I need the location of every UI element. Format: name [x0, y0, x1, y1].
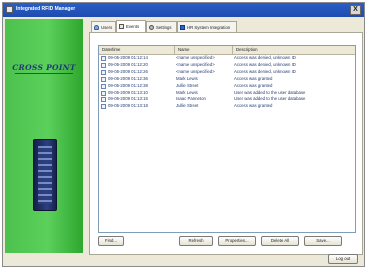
- cell-description: Access was granted: [234, 75, 273, 81]
- tab-label: Users: [101, 24, 113, 30]
- event-icon: [101, 56, 106, 61]
- event-icon: [101, 97, 106, 103]
- tab-label: Events: [126, 24, 140, 29]
- cell-datetime: 09-05-2009 01:13:18: [108, 103, 148, 109]
- tab-settings[interactable]: Settings: [146, 21, 177, 32]
- event-icon: [101, 104, 106, 110]
- table-row[interactable]: 09-05-2009 01:12:20 <name unspecified> Acc…: [99, 62, 355, 69]
- properties-button[interactable]: Properties...: [218, 236, 256, 246]
- cell-name: Mark Lewis: [176, 75, 198, 81]
- events-list-header: Date/time Name Description: [99, 46, 355, 55]
- cell-datetime: 09-05-2009 01:12:14: [108, 55, 148, 60]
- tab-events[interactable]: Events: [116, 20, 146, 32]
- table-row[interactable]: 09-05-2009 01:12:38 Jullie Street Access w…: [99, 83, 355, 90]
- save-button[interactable]: Save...: [304, 236, 342, 246]
- table-row[interactable]: 09-05-2009 01:13:10 Mark Lewis User was ad…: [99, 90, 355, 97]
- cell-datetime: 09-05-2009 01:12:26: [108, 68, 148, 74]
- window-title: Integrated RFID Manager: [16, 6, 76, 12]
- cell-datetime: 09-05-2009 01:13:10: [108, 89, 148, 95]
- cell-description: User was added to the user database: [234, 89, 306, 95]
- table-row[interactable]: 09-05-2009 01:12:36 Mark Lewis Access was …: [99, 76, 355, 83]
- brand-logo: CROSS POINT: [12, 63, 76, 72]
- cell-datetime: 09-05-2009 01:12:36: [108, 75, 148, 81]
- hr-icon: [180, 24, 185, 30]
- logout-button[interactable]: Log out: [328, 254, 358, 264]
- tab-label: HR System Integration: [187, 24, 231, 30]
- cell-name: <name unspecified>: [176, 68, 215, 74]
- cell-name: <name unspecified>: [176, 55, 215, 60]
- find-button[interactable]: Find...: [98, 236, 124, 246]
- cell-description: User was added to the user database: [234, 96, 306, 102]
- user-icon: [94, 24, 99, 30]
- column-header-datetime[interactable]: Date/time: [99, 46, 175, 54]
- event-icon: [101, 90, 106, 96]
- cell-name: Jullie Street: [176, 103, 199, 109]
- cell-description: Access was granted: [234, 103, 273, 109]
- events-icon: [119, 24, 124, 29]
- gear-icon: [149, 24, 154, 30]
- table-row[interactable]: 09-05-2009 01:13:15 Isaac Panneton User wa…: [99, 96, 355, 103]
- event-icon: [101, 83, 106, 89]
- cell-name: <name unspecified>: [176, 61, 215, 67]
- cell-datetime: 09-05-2009 01:12:20: [108, 61, 148, 67]
- column-header-name[interactable]: Name: [175, 46, 233, 54]
- tab-label: Settings: [156, 24, 172, 30]
- cell-name: Jullie Street: [176, 82, 199, 88]
- event-icon: [101, 62, 106, 68]
- table-row[interactable]: 09-05-2009 01:12:26 <name unspecified> Acc…: [99, 69, 355, 76]
- cell-description: Access was denied, unknown ID: [234, 55, 296, 60]
- cell-description: Access was denied, unknown ID: [234, 61, 296, 67]
- cell-description: Access was granted: [234, 82, 273, 88]
- event-icon: [101, 76, 106, 82]
- app-window: Integrated RFID Manager X CROSS POINT Us…: [2, 2, 365, 267]
- tab-hr-system-integration[interactable]: HR System Integration: [177, 21, 237, 32]
- tab-users[interactable]: Users: [91, 21, 116, 32]
- event-icon: [101, 69, 106, 75]
- title-bar[interactable]: Integrated RFID Manager X: [3, 3, 364, 17]
- logo-underline: [15, 73, 73, 74]
- brand-panel: CROSS POINT: [5, 19, 83, 253]
- events-panel: Date/time Name Description 09-05-2009 01…: [89, 32, 363, 255]
- cell-datetime: 09-05-2009 01:13:15: [108, 96, 148, 102]
- events-list[interactable]: Date/time Name Description 09-05-2009 01…: [98, 45, 356, 233]
- cell-datetime: 09-05-2009 01:12:38: [108, 82, 148, 88]
- delete-all-button[interactable]: Delete All: [261, 236, 299, 246]
- table-row[interactable]: 09-05-2009 01:13:18 Jullie Street Access w…: [99, 103, 355, 110]
- cell-description: Access was denied, unknown ID: [234, 68, 296, 74]
- column-header-description[interactable]: Description: [233, 46, 355, 54]
- cell-name: Mark Lewis: [176, 89, 198, 95]
- app-icon: [6, 6, 13, 13]
- table-row[interactable]: 09-05-2009 01:12:14 <name unspecified> Acc…: [99, 55, 355, 62]
- reader-device-image: [33, 139, 57, 211]
- close-button[interactable]: X: [350, 5, 361, 15]
- refresh-button[interactable]: Refresh: [179, 236, 213, 246]
- cell-name: Isaac Panneton: [176, 96, 206, 102]
